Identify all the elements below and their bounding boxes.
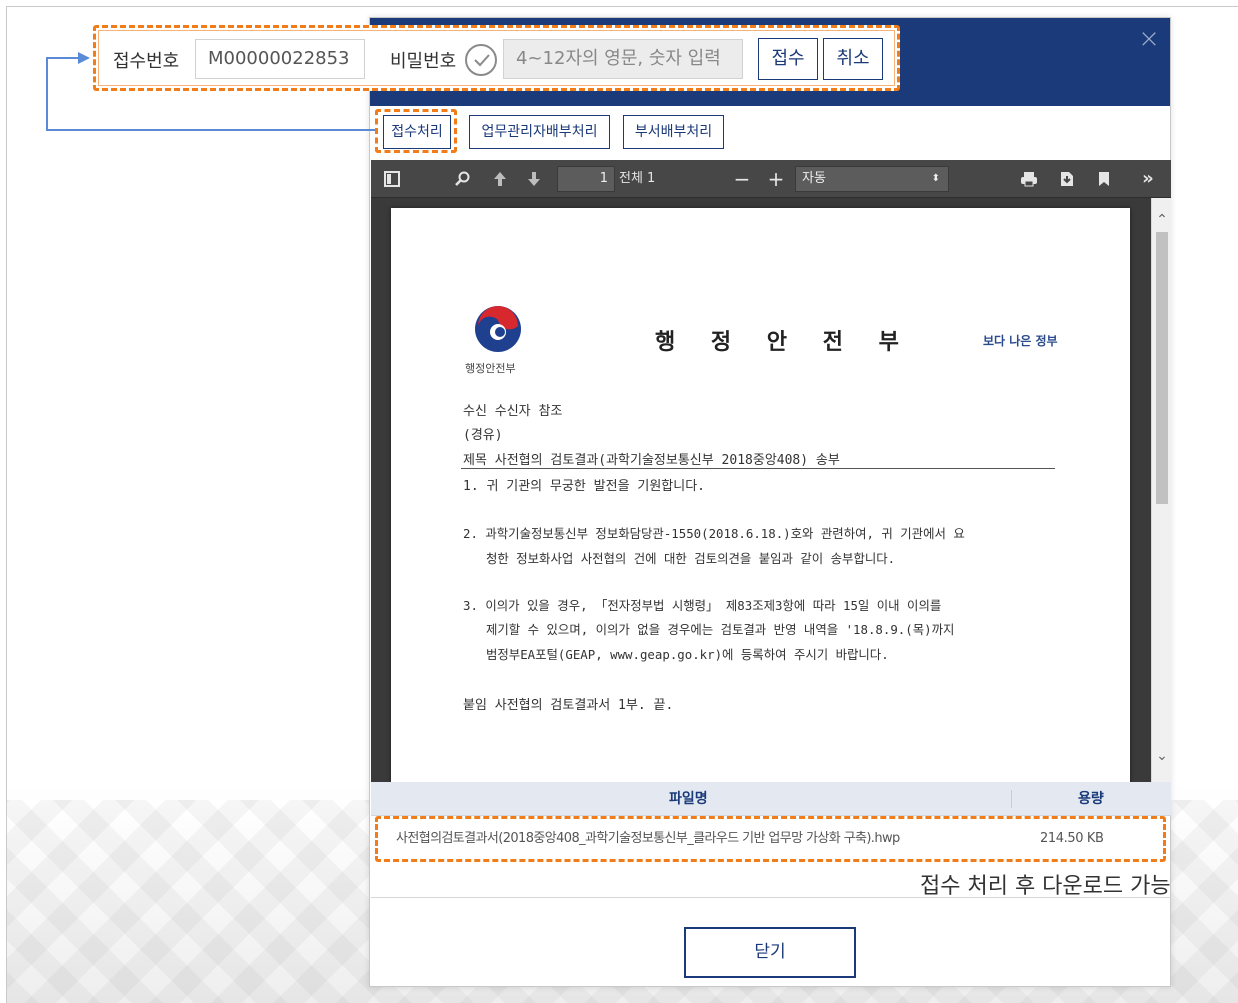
close-button[interactable]: 닫기	[684, 927, 856, 978]
download-note: 접수 처리 후 다운로드 가능	[920, 874, 1171, 899]
accept-button[interactable]: 접수	[758, 38, 818, 80]
receipt-no-field[interactable]: M00000022853	[195, 39, 365, 79]
connector-line-bottom	[46, 129, 376, 131]
dept-assign-button[interactable]: 부서배부처리	[623, 115, 724, 149]
search-icon[interactable]	[451, 160, 475, 198]
connector-line-top	[46, 57, 82, 59]
doc-paragraph-3a: 3. 이의가 있을 경우, 「전자정부법 시행령」 제83조제3항에 따라 15…	[463, 598, 942, 613]
arrow-up-icon[interactable]	[489, 160, 511, 198]
receipt-no-label: 접수번호	[113, 51, 180, 72]
receipt-process-highlight	[375, 109, 457, 153]
zoom-out-icon[interactable]: −	[731, 160, 753, 198]
password-label: 비밀번호	[390, 51, 457, 72]
zoom-select[interactable]: 자동 ⬍	[795, 166, 949, 192]
doc-subject: 제목 사전협의 검토결과(과학기술정보통신부 2018중앙408) 송부	[463, 453, 840, 468]
doc-paragraph-1: 1. 귀 기관의 무궁한 발전을 기원합니다.	[463, 479, 706, 494]
check-circle-icon	[465, 44, 497, 76]
col-size: 용량	[1078, 791, 1104, 807]
pdf-viewport[interactable]: 행정안전부 행 정 안 전 부 보다 나은 정부 수신 수신자 참조 (경유) …	[371, 198, 1171, 782]
footer-divider	[371, 897, 1171, 898]
doc-paragraph-2b: 청한 정보화사업 사전협의 건에 대한 검토의견을 붙임과 같이 송부합니다.	[486, 551, 896, 566]
file-row[interactable]: 사전협의검토결과서(2018중앙408_과학기술정보통신부_클라우드 기반 업무…	[375, 816, 1166, 862]
close-icon[interactable]: ×	[1136, 26, 1162, 52]
doc-paragraph-3c: 범정부EA포털(GEAP, www.geap.go.kr)에 등록하여 주시기 …	[486, 647, 889, 662]
page-total: 전체 1	[619, 171, 656, 186]
pdf-scrollbar[interactable]: ⌃ ⌄	[1151, 198, 1171, 782]
doc-attachment: 붙임 사전협의 검토결과서 1부. 끝.	[463, 698, 674, 713]
select-arrow-icon: ⬍	[931, 173, 940, 184]
pdf-page: 행정안전부 행 정 안 전 부 보다 나은 정부 수신 수신자 참조 (경유) …	[391, 208, 1130, 782]
zoom-in-icon[interactable]: +	[765, 160, 787, 198]
manager-assign-button[interactable]: 업무관리자배부처리	[469, 115, 610, 149]
subject-divider	[461, 468, 1055, 469]
connector-arrow-icon	[78, 52, 90, 64]
file-size: 214.50 KB	[1040, 831, 1104, 846]
government-logo-icon	[475, 306, 521, 352]
receipt-bar: 접수번호 M00000022853 비밀번호 4~12자의 영문, 숫자 입력 …	[93, 25, 900, 91]
file-table-header: 파일명 용량	[371, 782, 1171, 816]
scroll-thumb[interactable]	[1156, 232, 1168, 504]
slogan: 보다 나은 정부	[983, 334, 1058, 348]
print-icon[interactable]	[1017, 160, 1041, 198]
file-name[interactable]: 사전협의검토결과서(2018중앙408_과학기술정보통신부_클라우드 기반 업무…	[396, 819, 900, 859]
password-input[interactable]: 4~12자의 영문, 숫자 입력	[503, 39, 743, 79]
pdf-toolbar: 1 전체 1 − + 자동 ⬍ »	[371, 160, 1171, 198]
connector-line-vertical	[46, 57, 48, 131]
scroll-down-icon[interactable]: ⌄	[1152, 746, 1171, 766]
bookmark-icon[interactable]	[1093, 160, 1115, 198]
page-number-input[interactable]: 1	[557, 166, 615, 192]
logo-caption: 행정안전부	[465, 362, 516, 375]
doc-paragraph-2a: 2. 과학기술정보통신부 정보화담당관-1550(2018.6.18.)호와 관…	[463, 526, 965, 541]
arrow-down-icon[interactable]	[523, 160, 545, 198]
sidebar-toggle-icon[interactable]	[379, 160, 405, 198]
scroll-up-icon[interactable]: ⌃	[1152, 210, 1171, 230]
col-filename: 파일명	[669, 791, 708, 807]
cancel-button[interactable]: 취소	[823, 38, 883, 80]
zoom-value: 자동	[802, 171, 826, 186]
document-title: 행 정 안 전 부	[655, 330, 913, 355]
doc-paragraph-3b: 제기할 수 있으며, 이의가 없을 경우에는 검토결과 반영 내역을 '18.8…	[486, 622, 955, 637]
download-icon[interactable]	[1055, 160, 1079, 198]
doc-via: (경유)	[463, 428, 503, 443]
header-separator	[1011, 790, 1012, 808]
doc-recipient: 수신 수신자 참조	[463, 404, 563, 419]
more-icon[interactable]: »	[1135, 160, 1161, 198]
